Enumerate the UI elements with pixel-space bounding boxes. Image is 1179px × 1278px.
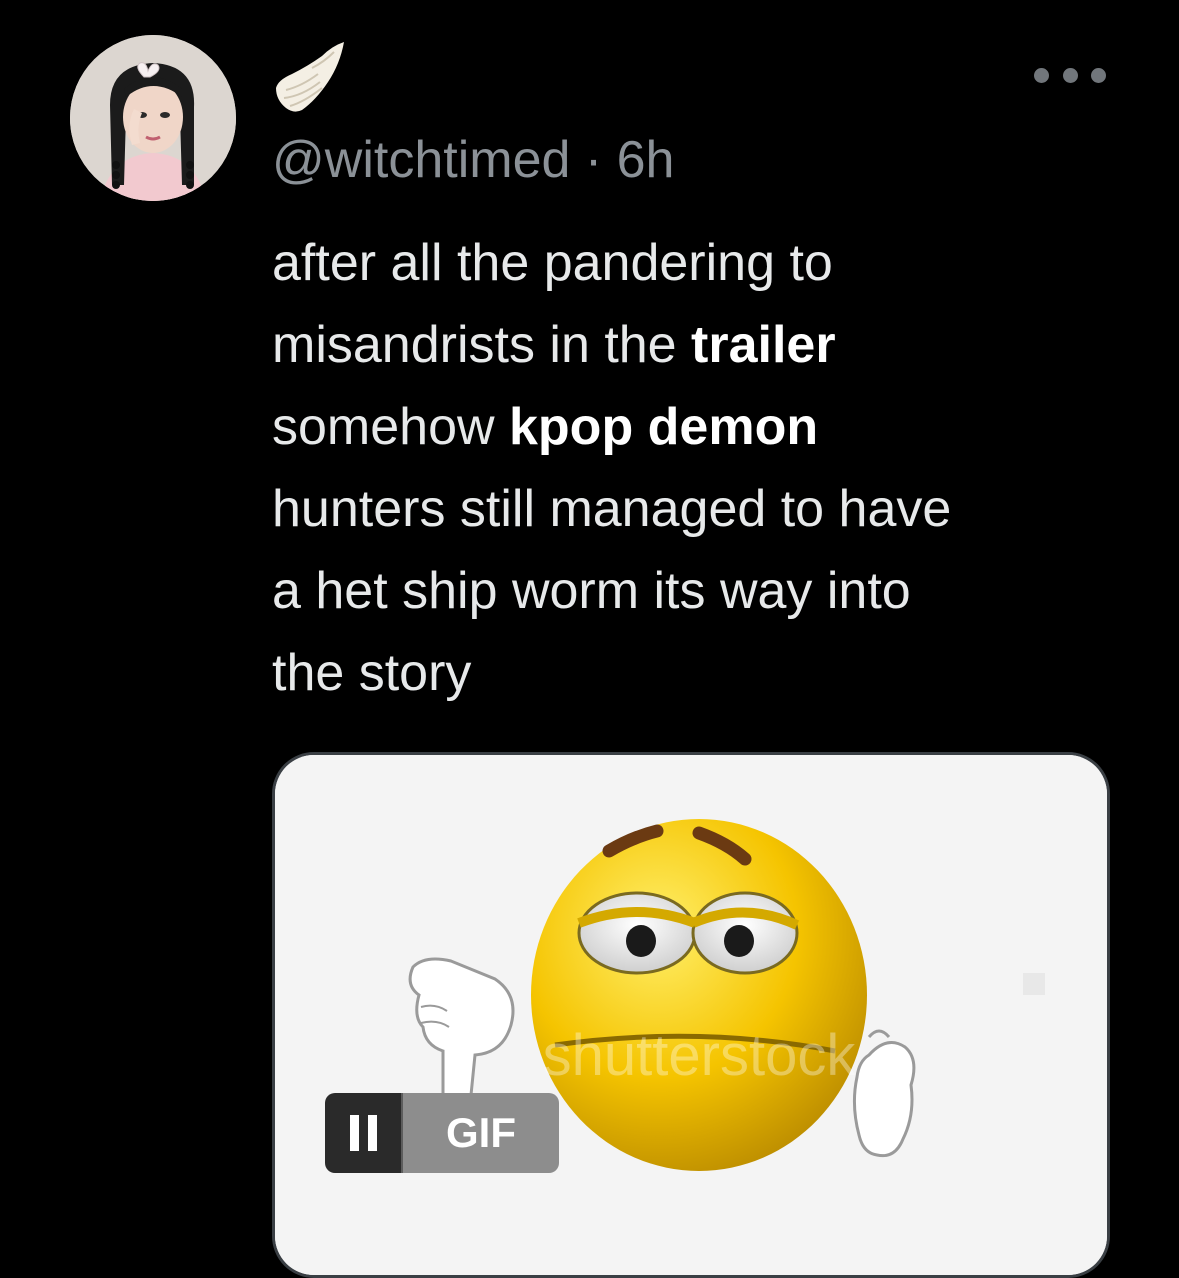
- tweet-text-segment: misandrists in the: [272, 316, 692, 374]
- gif-image: shutterstock: [275, 755, 1107, 1275]
- gif-controls: GIF: [325, 1093, 559, 1173]
- tweet-text-segment: after all the pandering to: [272, 234, 833, 292]
- tweet-text-segment: the story: [272, 644, 472, 702]
- tweet-text: after all the pandering to misandrists in…: [272, 222, 1132, 714]
- user-handle[interactable]: @witchtimed: [272, 131, 570, 189]
- pause-button[interactable]: [325, 1093, 401, 1173]
- tweet-text-segment: somehow: [272, 398, 509, 456]
- tweet-text-line: the story: [272, 632, 1132, 714]
- tweet-timestamp[interactable]: 6h: [617, 131, 675, 189]
- tweet-text-line: misandrists in the trailer: [272, 304, 1132, 386]
- tweet-text-segment: a het ship worm its way into: [272, 562, 911, 620]
- more-horizontal-icon: [1062, 67, 1078, 83]
- tweet-text-bold: kpop demon: [509, 398, 819, 456]
- more-horizontal-icon: [1091, 67, 1106, 83]
- watermark-text: shutterstock: [543, 1023, 857, 1088]
- gif-media[interactable]: shutterstock GIF: [272, 752, 1110, 1278]
- more-horizontal-icon: [1034, 67, 1049, 83]
- wing-icon: [272, 38, 352, 116]
- tweet-text-line: somehow kpop demon: [272, 386, 1132, 468]
- avatar-image: [70, 35, 236, 201]
- tweet[interactable]: @witchtimed · 6h after all the pandering…: [0, 0, 1179, 1278]
- pause-icon: [367, 1115, 377, 1151]
- tweet-text-segment: hunters still managed to have: [272, 480, 952, 538]
- more-options-button[interactable]: [1034, 60, 1106, 90]
- gif-badge: GIF: [401, 1093, 559, 1173]
- tweet-meta: @witchtimed · 6h: [272, 128, 674, 192]
- meta-separator: ·: [570, 131, 617, 189]
- tweet-text-line: after all the pandering to: [272, 222, 1132, 304]
- pause-icon: [349, 1115, 359, 1151]
- tweet-text-bold: trailer: [691, 316, 836, 374]
- tweet-text-line: hunters still managed to have: [272, 468, 1132, 550]
- tweet-text-line: a het ship worm its way into: [272, 550, 1132, 632]
- avatar[interactable]: [70, 35, 236, 201]
